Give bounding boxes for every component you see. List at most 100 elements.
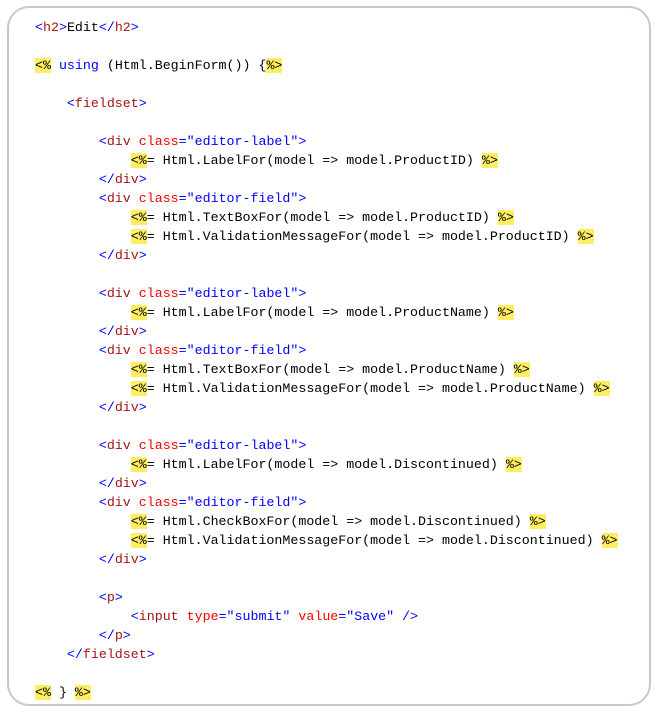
markup-delimiter: < [98,134,107,149]
markup-delimiter: > [146,647,155,662]
code-line: <div class="editor-field"> [35,341,618,360]
keyword: using [58,58,99,73]
markup-delimiter: > [138,476,147,491]
code-line: <p> [35,588,618,607]
markup-delimiter: < [66,96,75,111]
markup-delimiter: </ [98,552,115,567]
markup-delimiter: </ [98,172,115,187]
attribute-value: "editor-label" [186,438,299,453]
markup-delimiter: > [114,590,123,605]
attribute-name: class [138,343,179,358]
code-text: Edit [66,20,99,35]
markup-delimiter: </ [66,647,83,662]
code-line: </div> [35,322,618,341]
markup-delimiter: < [35,20,43,35]
markup-delimiter: = [178,343,187,358]
server-tag: <% [130,362,147,377]
markup-delimiter: < [98,286,107,301]
markup-delimiter: = [178,438,187,453]
markup-delimiter: </ [98,20,115,35]
code-line: <h2>Edit</h2> [35,18,618,37]
code-line: <div class="editor-label"> [35,436,618,455]
markup-delimiter: = [178,134,187,149]
markup-delimiter: = [218,609,227,624]
markup-delimiter: < [98,590,107,605]
code-line: </div> [35,246,618,265]
code-line: </div> [35,474,618,493]
markup-delimiter: > [138,324,147,339]
markup-delimiter: < [98,191,107,206]
markup-delimiter: > [298,134,307,149]
code-text: } [50,685,75,700]
tag-name: div [114,324,139,339]
attribute-value: "editor-label" [186,286,299,301]
code-line: <%= Html.LabelFor(model => model.Discont… [35,455,618,474]
server-tag: <% [35,58,51,73]
server-tag: <% [130,457,147,472]
tag-name: h2 [114,20,131,35]
code-line: <div class="editor-label"> [35,284,618,303]
code-text: = Html.LabelFor(model => model.Discontin… [146,457,506,472]
tag-name: div [114,400,139,415]
code-line: <input type="submit" value="Save" /> [35,607,618,626]
code-line: <div class="editor-label"> [35,132,618,151]
markup-delimiter: > [138,400,147,415]
markup-delimiter: < [98,343,107,358]
server-tag: <% [130,153,147,168]
markup-delimiter: > [58,20,67,35]
markup-delimiter: > [298,286,307,301]
attribute-name: class [138,438,179,453]
markup-delimiter: > [130,20,139,35]
markup-delimiter: </ [98,324,115,339]
tag-name: div [106,343,131,358]
markup-delimiter: = [178,286,187,301]
tag-name: div [106,438,131,453]
code-line: </div> [35,170,618,189]
markup-delimiter: </ [98,476,115,491]
tag-name: div [114,476,139,491]
markup-delimiter: > [298,191,307,206]
markup-delimiter: < [98,495,107,510]
code-line: <%= Html.ValidationMessageFor(model => m… [35,379,618,398]
code-line: <div class="editor-field"> [35,493,618,512]
code-text: = Html.LabelFor(model => model.ProductID… [146,153,482,168]
server-tag: %> [481,153,498,168]
attribute-value: "Save" [346,609,395,624]
code-line: <% using (Html.BeginForm()) {%> [35,56,618,75]
tag-name: div [106,286,131,301]
tag-name: input [138,609,179,624]
attribute-name: class [138,134,179,149]
code-text: = Html.TextBoxFor(model => model.Product… [146,362,514,377]
tag-name: div [106,134,131,149]
code-text: = Html.ValidationMessageFor(model => mod… [146,229,578,244]
markup-delimiter: > [138,172,147,187]
code-line: </div> [35,398,618,417]
markup-delimiter: > [138,248,147,263]
tag-name: fieldset [82,647,147,662]
server-tag: %> [497,210,514,225]
code-line: <% } %> [35,683,618,702]
